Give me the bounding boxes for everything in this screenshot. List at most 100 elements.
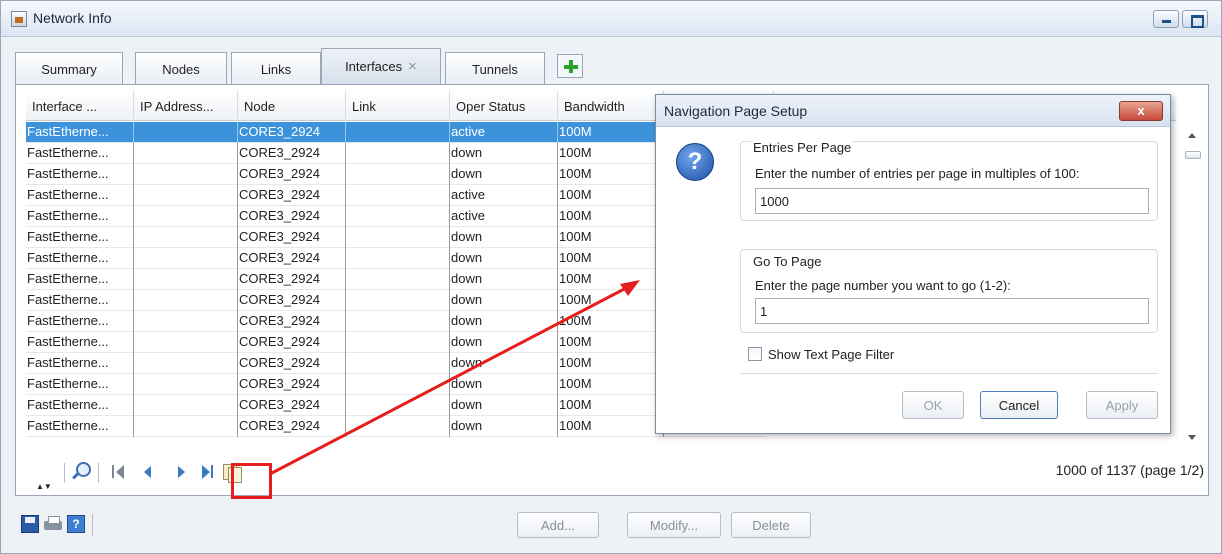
print-icon[interactable]: [44, 515, 62, 533]
cell-interface: FastEtherne...: [26, 332, 134, 353]
dialog-title: Navigation Page Setup: [664, 103, 808, 119]
cell-oper-status: down: [450, 248, 558, 269]
column-header-ip-address[interactable]: IP Address...: [134, 91, 238, 121]
entries-per-page-label: Enter the number of entries per page in …: [755, 166, 1080, 181]
page-setup-highlight: [231, 463, 272, 499]
cell-interface: FastEtherne...: [26, 353, 134, 374]
cell-node: CORE3_2924: [238, 227, 346, 248]
cell-interface: FastEtherne...: [26, 227, 134, 248]
cell-bandwidth: 100M: [558, 416, 664, 437]
cell-ip-address: [134, 269, 238, 290]
add-button[interactable]: Add...: [517, 512, 599, 538]
cell-ip-address: [134, 311, 238, 332]
cell-interface: FastEtherne...: [26, 269, 134, 290]
apply-button[interactable]: Apply: [1086, 391, 1158, 419]
cell-bandwidth: 100M: [558, 395, 664, 416]
first-page-icon[interactable]: [108, 461, 130, 483]
navigation-page-setup-dialog: Navigation Page Setup x ? Entries Per Pa…: [655, 94, 1171, 434]
cell-interface: FastEtherne...: [26, 416, 134, 437]
ok-button[interactable]: OK: [902, 391, 964, 419]
cell-oper-status: down: [450, 353, 558, 374]
tab-tunnels[interactable]: Tunnels: [445, 52, 545, 84]
entries-per-page-group: Entries Per Page Enter the number of ent…: [740, 140, 1158, 221]
cell-interface: FastEtherne...: [26, 164, 134, 185]
cell-link: [346, 227, 450, 248]
show-text-page-filter-checkbox[interactable]: [748, 347, 762, 361]
cell-link: [346, 185, 450, 206]
minimize-button[interactable]: [1153, 10, 1179, 28]
cell-ip-address: [134, 248, 238, 269]
dialog-close-button[interactable]: x: [1119, 101, 1163, 121]
tab-nodes[interactable]: Nodes: [135, 52, 227, 84]
modify-button[interactable]: Modify...: [627, 512, 721, 538]
tab-links[interactable]: Links: [231, 52, 321, 84]
cancel-button[interactable]: Cancel: [980, 391, 1058, 419]
cell-link: [346, 143, 450, 164]
cell-ip-address: [134, 185, 238, 206]
column-header-link[interactable]: Link: [346, 91, 450, 121]
cell-ip-address: [134, 416, 238, 437]
last-page-icon[interactable]: [198, 461, 220, 483]
column-header-node[interactable]: Node: [238, 91, 346, 121]
vertical-scrollbar[interactable]: [1184, 125, 1202, 445]
cell-node: CORE3_2924: [238, 164, 346, 185]
cell-link: [346, 122, 450, 143]
cell-node: CORE3_2924: [238, 143, 346, 164]
next-page-icon[interactable]: [170, 461, 192, 483]
cell-ip-address: [134, 290, 238, 311]
save-icon[interactable]: [21, 515, 39, 533]
cell-ip-address: [134, 227, 238, 248]
go-to-page-input[interactable]: [755, 298, 1149, 324]
cell-interface: FastEtherne...: [26, 143, 134, 164]
cell-link: [346, 353, 450, 374]
cell-ip-address: [134, 374, 238, 395]
page-status: 1000 of 1137 (page 1/2): [1055, 462, 1204, 478]
previous-page-icon[interactable]: [138, 461, 160, 483]
cell-bandwidth: 100M: [558, 374, 664, 395]
cell-link: [346, 164, 450, 185]
cell-bandwidth: 100M: [558, 353, 664, 374]
maximize-button[interactable]: [1182, 10, 1208, 28]
column-header-interface[interactable]: Interface ...: [26, 91, 134, 121]
cell-bandwidth: 100M: [558, 185, 664, 206]
cell-oper-status: down: [450, 332, 558, 353]
cell-ip-address: [134, 206, 238, 227]
tab-nodes-label: Nodes: [162, 62, 200, 77]
cell-interface: FastEtherne...: [26, 206, 134, 227]
cell-node: CORE3_2924: [238, 332, 346, 353]
cell-oper-status: down: [450, 416, 558, 437]
close-tab-icon[interactable]: ×: [408, 58, 417, 75]
tab-summary[interactable]: Summary: [15, 52, 123, 84]
bottom-toolbar: ? Add... Modify... Delete: [15, 506, 1209, 546]
magnifier-icon[interactable]: [70, 461, 92, 483]
cell-link: [346, 311, 450, 332]
pager-divider: [64, 463, 65, 483]
resize-arrows-icon[interactable]: ▲▼: [36, 483, 52, 491]
scroll-thumb[interactable]: [1185, 151, 1201, 159]
cell-ip-address: [134, 164, 238, 185]
cell-oper-status: down: [450, 143, 558, 164]
java-app-icon: [11, 11, 27, 27]
cell-bandwidth: 100M: [558, 269, 664, 290]
cell-interface: FastEtherne...: [26, 122, 134, 143]
entries-per-page-input[interactable]: [755, 188, 1149, 214]
help-icon[interactable]: ?: [67, 515, 85, 533]
cell-node: CORE3_2924: [238, 206, 346, 227]
scroll-up-icon[interactable]: [1188, 133, 1196, 138]
scroll-down-icon[interactable]: [1188, 435, 1196, 440]
cell-bandwidth: 100M: [558, 248, 664, 269]
tab-interfaces[interactable]: Interfaces ×: [321, 48, 441, 84]
cell-node: CORE3_2924: [238, 122, 346, 143]
cell-bandwidth: 100M: [558, 227, 664, 248]
cell-node: CORE3_2924: [238, 374, 346, 395]
column-header-bandwidth[interactable]: Bandwidth: [558, 91, 664, 121]
dialog-title-bar: Navigation Page Setup x: [656, 95, 1170, 127]
delete-button[interactable]: Delete: [731, 512, 811, 538]
cell-node: CORE3_2924: [238, 311, 346, 332]
cell-oper-status: down: [450, 269, 558, 290]
add-tab-icon[interactable]: [557, 54, 583, 78]
cell-ip-address: [134, 395, 238, 416]
column-header-oper-status[interactable]: Oper Status: [450, 91, 558, 121]
tab-interfaces-label: Interfaces: [345, 59, 403, 74]
cell-bandwidth: 100M: [558, 164, 664, 185]
